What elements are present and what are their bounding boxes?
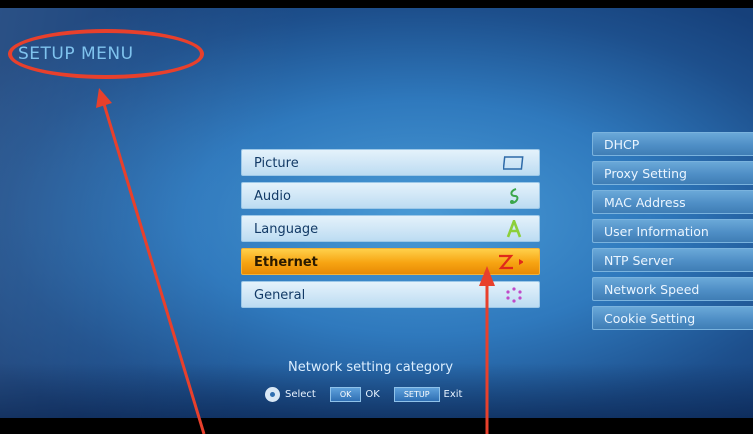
letter-a-icon [506, 220, 522, 238]
music-note-icon [510, 188, 519, 204]
submenu-item-mac-address[interactable]: MAC Address [592, 190, 753, 214]
ok-hint-label: OK [365, 388, 380, 400]
menu-item-label: Language [254, 222, 319, 237]
dpad-icon [265, 386, 280, 402]
ethernet-submenu: DHCP Proxy Setting MAC Address User Info… [592, 132, 753, 335]
picture-frame-icon [503, 156, 524, 170]
menu-item-general[interactable]: General [241, 281, 540, 308]
button-hints-bar: Select OK OK SETUP Exit [265, 386, 462, 402]
select-hint-label: Select [285, 388, 316, 400]
menu-item-label: Picture [254, 156, 299, 171]
menu-item-audio[interactable]: Audio [241, 182, 540, 209]
submenu-item-proxy-setting[interactable]: Proxy Setting [592, 161, 753, 185]
setup-key-badge: SETUP [393, 386, 440, 402]
submenu-item-user-information[interactable]: User Information [592, 219, 753, 243]
submenu-item-ntp-server[interactable]: NTP Server [592, 248, 753, 272]
category-description: Network setting category [288, 360, 454, 375]
general-dots-icon [506, 287, 522, 303]
ethernet-lightning-icon [498, 254, 523, 270]
menu-item-label: General [254, 288, 306, 303]
annotation-ellipse [8, 29, 204, 79]
menu-item-label: Ethernet [254, 255, 318, 270]
menu-item-label: Audio [254, 189, 291, 204]
submenu-item-network-speed[interactable]: Network Speed [592, 277, 753, 301]
main-menu: Picture Audio Language Ethernet General [241, 149, 540, 314]
ok-key-badge: OK [329, 386, 362, 402]
exit-hint-label: Exit [443, 388, 463, 400]
menu-item-language[interactable]: Language [241, 215, 540, 242]
submenu-item-cookie-setting[interactable]: Cookie Setting [592, 306, 753, 330]
menu-item-ethernet[interactable]: Ethernet [241, 248, 540, 275]
menu-item-picture[interactable]: Picture [241, 149, 540, 176]
submenu-item-dhcp[interactable]: DHCP [592, 132, 753, 156]
